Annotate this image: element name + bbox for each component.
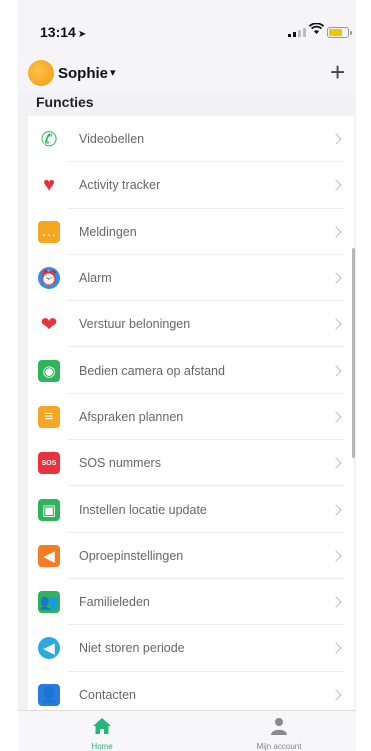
menu-item-label: Oproepinstellingen	[79, 548, 184, 563]
chevron-right-icon	[330, 550, 342, 562]
battery-icon	[327, 27, 352, 38]
menu-item-label: Activity tracker	[79, 178, 161, 193]
family-icon: 👥	[38, 591, 60, 614]
status-bar: 13:14 ➤	[18, 0, 356, 58]
menu-item-instellen-locatie-update[interactable]: ▣ Instellen locatie update	[28, 486, 354, 533]
menu-item-verstuur-beloningen[interactable]: ❤ Verstuur beloningen	[28, 301, 354, 348]
chevron-right-icon	[330, 226, 342, 238]
functions-list: ✆ Videobellen ♥ Activity tracker … Meldingen ⏰…	[28, 116, 354, 716]
menu-item-label: Afspraken plannen	[79, 409, 184, 424]
chevron-right-icon	[330, 503, 342, 516]
menu-item-activity-tracker[interactable]: ♥ Activity tracker	[28, 162, 354, 209]
menu-item-label: Alarm	[79, 271, 112, 286]
calendar-list-icon: ≡	[38, 405, 60, 428]
menu-item-label: Bedien camera op afstand	[79, 363, 225, 378]
speaker-icon: ◀	[38, 544, 60, 567]
chevron-right-icon	[330, 411, 342, 423]
menu-item-oproepinstellingen[interactable]: ◀ Oproepinstellingen	[28, 533, 354, 580]
chevron-right-icon	[330, 457, 342, 469]
tab-account-label: Mijn account	[256, 742, 302, 751]
avatar[interactable]	[28, 60, 54, 86]
chevron-right-icon	[330, 318, 342, 330]
menu-item-familieleden[interactable]: 👥 Familieleden	[28, 579, 354, 626]
menu-item-label: Verstuur beloningen	[79, 317, 191, 332]
menu-item-meldingen[interactable]: … Meldingen	[28, 209, 354, 256]
location-arrow-icon: ➤	[77, 29, 87, 40]
chevron-right-icon	[330, 642, 342, 655]
menu-item-videobellen[interactable]: ✆ Videobellen	[28, 116, 354, 163]
chevron-right-icon	[330, 272, 342, 284]
tab-account[interactable]: Mijn account	[239, 717, 319, 751]
location-update-icon: ▣	[38, 498, 60, 521]
signal-icon	[288, 27, 306, 37]
menu-item-label: SOS nummers	[79, 456, 161, 471]
user-name[interactable]: Sophie	[58, 65, 108, 82]
scrollbar[interactable]	[352, 248, 355, 458]
chevron-right-icon	[330, 179, 342, 192]
status-time: 13:14 ➤	[40, 24, 86, 40]
caret-down-icon[interactable]: ▾	[110, 66, 116, 79]
contacts-icon: 👤	[38, 683, 60, 706]
add-button[interactable]: +	[330, 58, 345, 86]
menu-item-label: Videobellen	[79, 132, 145, 147]
menu-item-alarm[interactable]: ⏰ Alarm	[28, 255, 354, 302]
chevron-right-icon	[330, 364, 342, 377]
menu-item-bedien-camera-op-afstand[interactable]: ◉ Bedien camera op afstand	[28, 347, 354, 395]
menu-item-niet-storen-periode[interactable]: ◀ Niet storen periode	[28, 625, 354, 672]
chevron-right-icon	[330, 133, 342, 145]
tab-home[interactable]: Home	[62, 717, 142, 751]
menu-item-label: Meldingen	[79, 224, 137, 239]
section-title: Functies	[36, 94, 94, 110]
sos-icon: SOS	[38, 452, 60, 475]
chevron-right-icon	[330, 689, 342, 701]
home-icon	[93, 718, 111, 734]
person-icon	[271, 718, 287, 735]
menu-item-label: Niet storen periode	[79, 641, 185, 656]
do-not-disturb-icon: ◀	[38, 637, 60, 660]
camera-icon: ◉	[38, 359, 60, 382]
menu-item-label: Familieleden	[79, 595, 150, 610]
status-time-text: 13:14	[40, 24, 76, 40]
tab-home-label: Home	[91, 742, 113, 751]
hearts-icon: ❤	[40, 313, 58, 336]
chat-bubble-icon: …	[38, 220, 60, 243]
menu-item-label: Instellen locatie update	[79, 502, 207, 517]
menu-item-afspraken-plannen[interactable]: ≡ Afspraken plannen	[28, 394, 354, 441]
wifi-icon	[308, 22, 325, 38]
alarm-clock-icon: ⏰	[38, 267, 60, 290]
phone-icon: ✆	[40, 128, 58, 151]
tab-bar: Home Mijn account	[18, 710, 356, 751]
phone-screen: 13:14 ➤ Sophie ▾ + Functies ✆ Videobellen ♥…	[18, 0, 356, 751]
top-header: Sophie ▾ +	[18, 58, 356, 92]
menu-item-label: Contacten	[79, 687, 136, 702]
heart-icon: ♥	[43, 173, 55, 196]
chevron-right-icon	[330, 596, 342, 608]
menu-item-sos-nummers[interactable]: SOS SOS nummers	[28, 440, 354, 487]
